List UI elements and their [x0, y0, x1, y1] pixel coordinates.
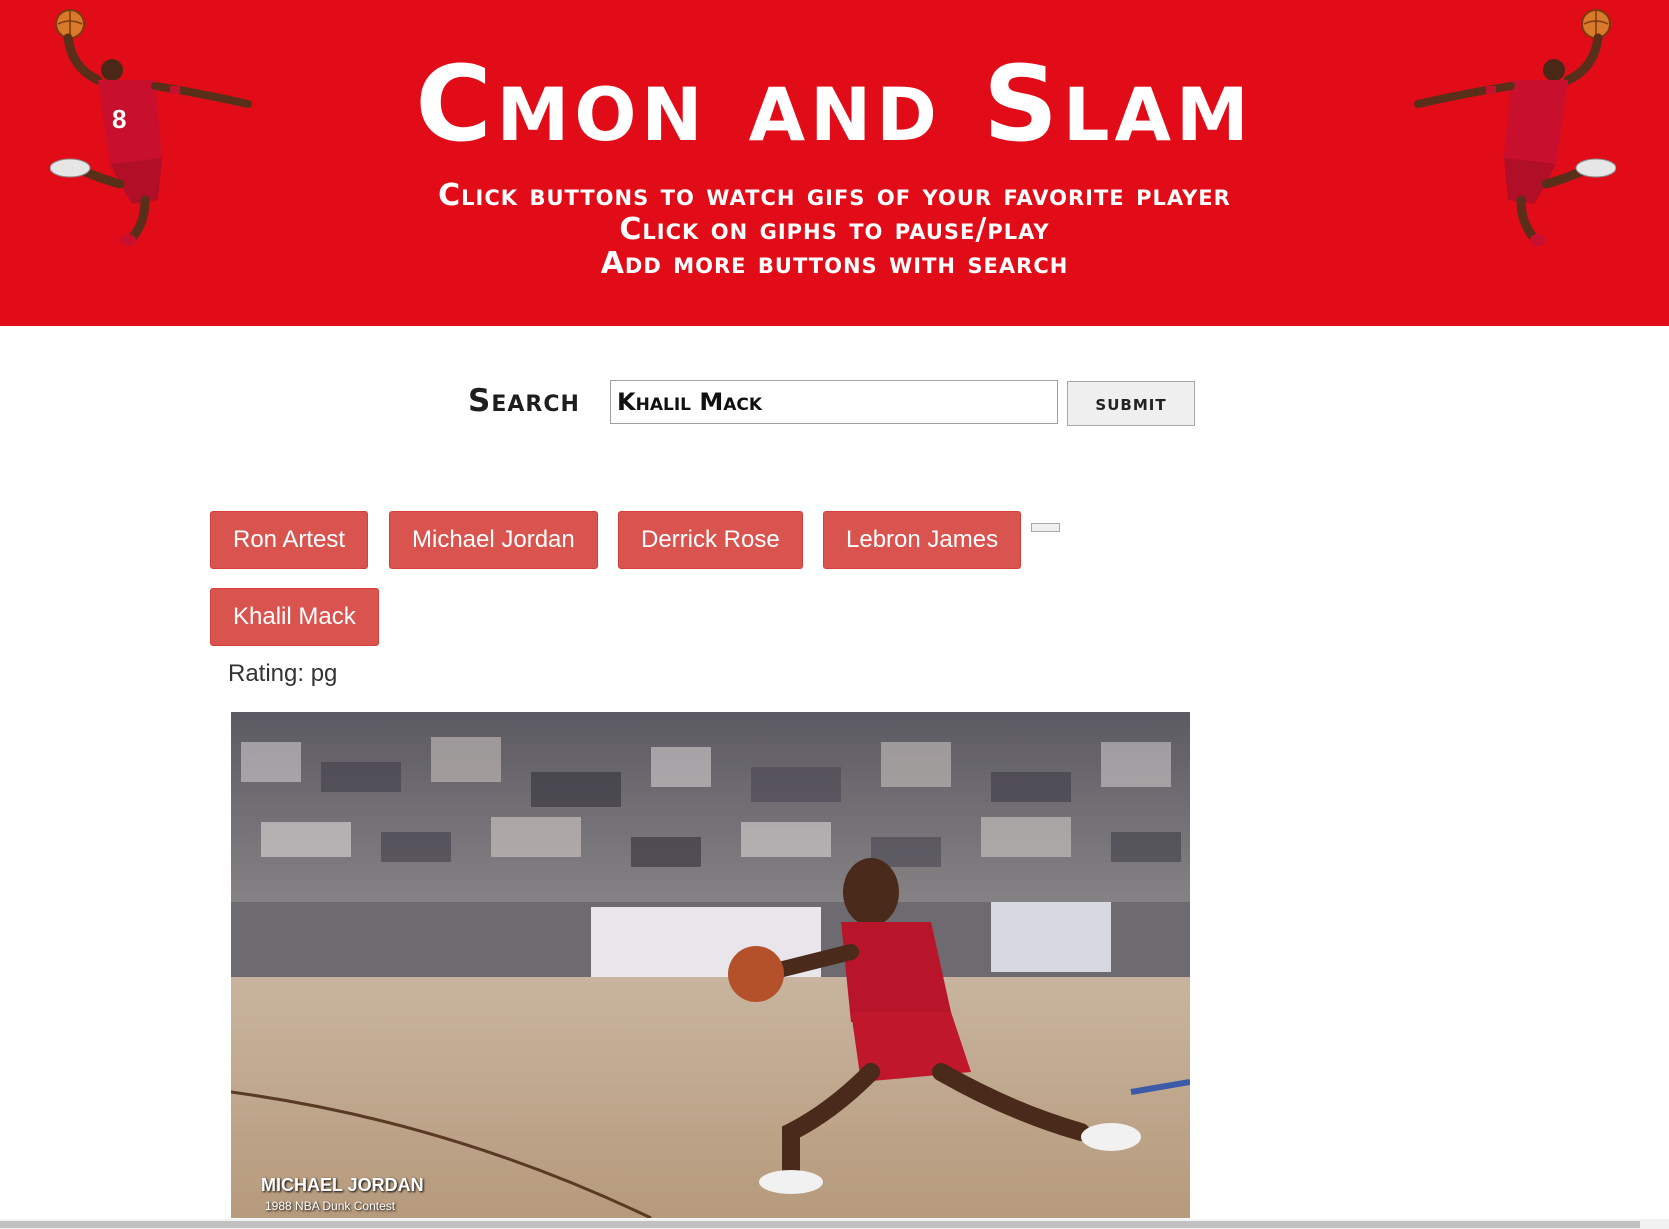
player-button-ron-artest[interactable]: Ron Artest: [210, 511, 369, 569]
empty-player-button[interactable]: [1031, 523, 1060, 532]
page-header: 8 Cmon and Slam Click buttons to watch g…: [0, 0, 1669, 326]
horizontal-scrollbar[interactable]: [0, 1219, 1669, 1229]
player-button-khalil-mack[interactable]: Khalil Mack: [210, 588, 379, 646]
gif-subcaption: 1988 NBA Dunk Contest: [265, 1199, 396, 1213]
player-gif[interactable]: MICHAEL JORDAN 1988 NBA Dunk Contest: [231, 712, 1190, 1218]
player-button-derrick-rose[interactable]: Derrick Rose: [618, 511, 803, 569]
scrollbar-thumb[interactable]: [0, 1221, 1640, 1228]
player-button-lebron-james[interactable]: Lebron James: [823, 511, 1022, 569]
dunking-player-icon: [1414, 9, 1616, 246]
gif-caption: MICHAEL JORDAN: [261, 1175, 424, 1195]
search-label: Search: [468, 383, 580, 419]
player-button-michael-jordan[interactable]: Michael Jordan: [389, 511, 598, 569]
gif-rating: Rating: pg: [228, 660, 338, 687]
instruction-line-3: Add more buttons with search: [600, 246, 1069, 281]
gif-frame: [231, 712, 1190, 1218]
search-input[interactable]: [610, 380, 1058, 424]
submit-button[interactable]: submit: [1067, 381, 1195, 426]
